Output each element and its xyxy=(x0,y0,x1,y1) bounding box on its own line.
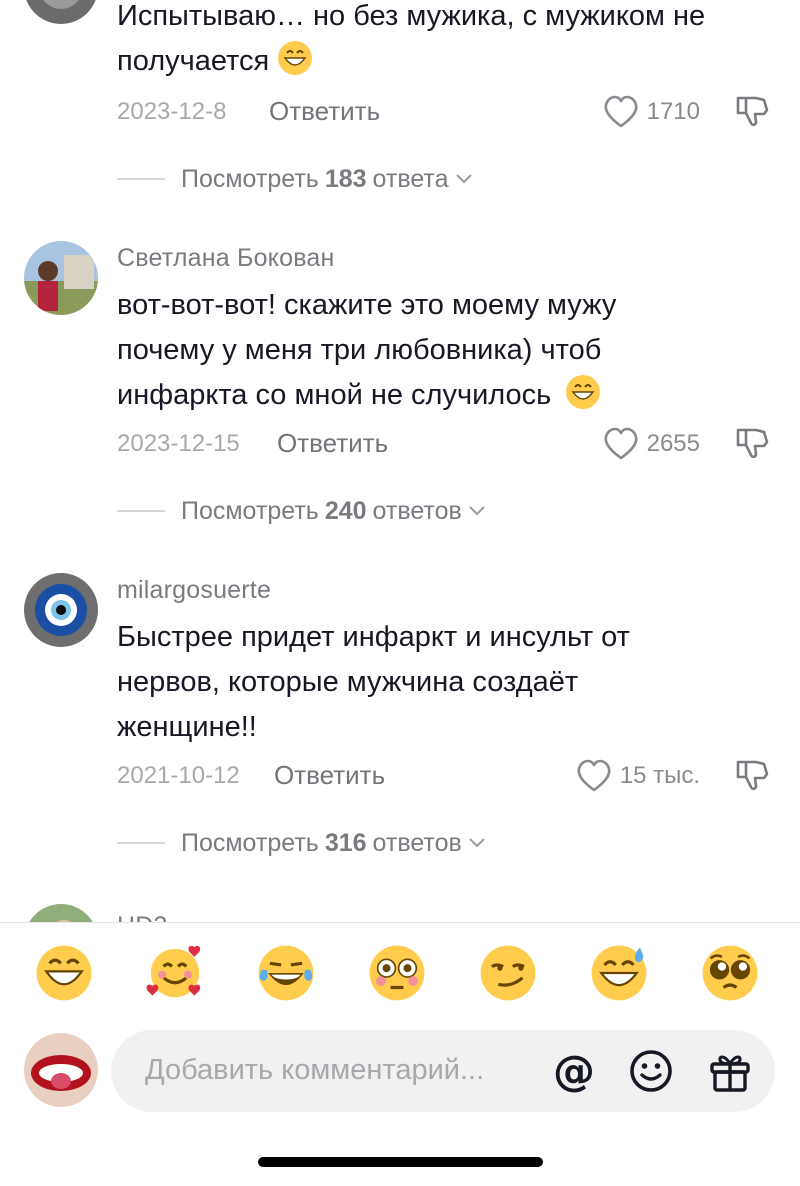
username[interactable]: Светлана Бокован xyxy=(117,244,335,273)
heart-icon xyxy=(604,427,638,460)
flushed-face-icon[interactable] xyxy=(368,944,426,1002)
like-count: 15 тыс. xyxy=(619,762,700,789)
like-button[interactable]: 1710 xyxy=(603,92,700,132)
reply-button[interactable]: Ответить xyxy=(269,96,380,127)
view-replies-button[interactable]: Посмотреть 183 ответа xyxy=(117,161,473,197)
comment-composer: @ xyxy=(0,1028,800,1118)
chevron-down-icon xyxy=(455,174,472,184)
avatar[interactable] xyxy=(24,573,98,647)
heart-icon xyxy=(604,95,638,128)
chevron-down-icon xyxy=(469,506,485,516)
comment-text: Испытываю… но без мужика, с мужиком не п… xyxy=(117,0,706,77)
divider-line xyxy=(117,842,165,844)
grinning-emoji-icon xyxy=(278,41,313,75)
heart-icon xyxy=(577,759,611,792)
avatar[interactable] xyxy=(24,904,98,922)
comment-item: Испытываю… но без мужика, с мужиком не п… xyxy=(0,0,800,210)
comment-input-container[interactable]: @ xyxy=(111,1030,775,1112)
composer-divider xyxy=(0,922,800,923)
grinning-face-icon[interactable] xyxy=(35,944,93,1002)
pleading-face-icon[interactable] xyxy=(701,944,759,1002)
comment-item: Светлана Бокован вот-вот-вот! скажите эт… xyxy=(0,238,800,538)
avatar[interactable] xyxy=(24,0,98,24)
comment-list: Испытываю… но без мужика, с мужиком не п… xyxy=(0,0,800,922)
comment-input[interactable] xyxy=(145,1054,545,1087)
comment-text: вот-вот-вот! скажите это моему мужу поче… xyxy=(117,289,617,411)
comment-meta: 2023-12-15 Ответить 2655 xyxy=(117,424,800,464)
comment-text: Быстрее придет инфаркт и инсульт от нерв… xyxy=(117,621,630,743)
tears-of-joy-icon[interactable] xyxy=(257,944,315,1002)
comment-meta: 2021-10-12 Ответить 15 тыс. xyxy=(117,756,800,796)
reply-button[interactable]: Ответить xyxy=(277,428,388,459)
smiling-face-with-hearts-icon[interactable] xyxy=(146,944,204,1002)
view-replies-button[interactable]: Посмотреть 240 ответов xyxy=(117,493,486,529)
comment-date: 2023-12-8 xyxy=(117,98,227,125)
like-button[interactable]: 15 тыс. xyxy=(576,756,700,796)
emoji-picker-icon[interactable] xyxy=(628,1048,674,1094)
username[interactable]: HD3 xyxy=(117,912,168,922)
mention-symbol: @ xyxy=(553,1046,595,1095)
home-indicator[interactable] xyxy=(258,1157,543,1167)
my-avatar[interactable] xyxy=(24,1033,98,1107)
dislike-icon[interactable] xyxy=(734,92,770,128)
mention-icon[interactable]: @ xyxy=(551,1048,597,1094)
divider-line xyxy=(117,510,165,512)
reply-button[interactable]: Ответить xyxy=(274,760,385,791)
like-count: 2655 xyxy=(646,430,700,457)
like-button[interactable]: 2655 xyxy=(603,424,700,464)
comment-meta: 2023-12-8 Ответить 1710 xyxy=(117,92,800,132)
grinning-emoji-icon xyxy=(566,375,601,409)
comment-item: HD3 xyxy=(0,904,800,922)
quick-emoji-bar xyxy=(0,936,800,1016)
like-count: 1710 xyxy=(646,98,700,125)
comment-date: 2023-12-15 xyxy=(117,430,240,457)
dislike-icon[interactable] xyxy=(734,424,770,460)
comment-date: 2021-10-12 xyxy=(117,762,240,789)
chevron-down-icon xyxy=(469,838,485,848)
dislike-icon[interactable] xyxy=(734,756,770,792)
gift-icon[interactable] xyxy=(707,1048,753,1094)
divider-line xyxy=(117,178,165,180)
comment-item: milargosuerte Быстрее придет инфаркт и и… xyxy=(0,570,800,870)
grinning-sweat-icon[interactable] xyxy=(590,944,648,1002)
avatar[interactable] xyxy=(24,241,98,315)
smirking-face-icon[interactable] xyxy=(479,944,537,1002)
username[interactable]: milargosuerte xyxy=(117,576,271,605)
view-replies-button[interactable]: Посмотреть 316 ответов xyxy=(117,825,486,861)
